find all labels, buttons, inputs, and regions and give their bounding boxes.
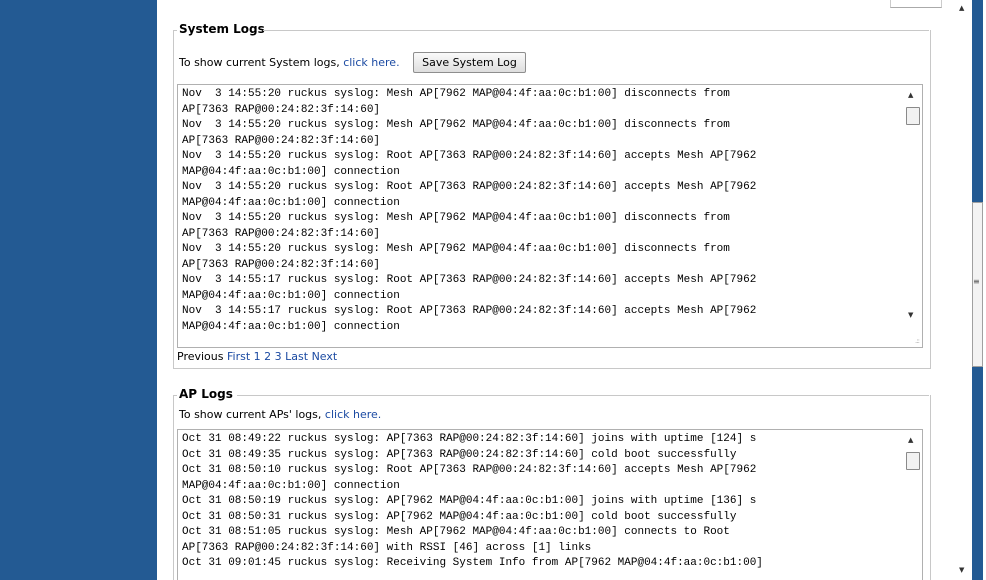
- ap-logs-textarea[interactable]: Oct 31 08:49:22 ruckus syslog: AP[7363 R…: [177, 429, 923, 580]
- scrollbar-grip-icon: ≡: [973, 277, 980, 286]
- scroll-down-arrow-icon[interactable]: ▼: [908, 311, 913, 319]
- ap-logs-click-here-link[interactable]: click here.: [325, 408, 381, 421]
- page-scroll-up-icon[interactable]: ▲: [959, 4, 964, 12]
- ap-log-line: Oct 31 08:50:19 ruckus syslog: AP[7962 M…: [182, 495, 757, 507]
- ap-log-line: Oct 31 08:49:35 ruckus syslog: AP[7363 R…: [182, 448, 737, 461]
- pager-last-link[interactable]: Last: [285, 350, 308, 363]
- system-log-line: Nov 3 14:55:20 ruckus syslog: Root AP[73…: [182, 181, 757, 193]
- ap-log-line: Oct 31 08:50:10 ruckus syslog: Root AP[7…: [182, 464, 757, 476]
- ap-log-line: Oct 31 08:50:31 ruckus syslog: AP[7962 M…: [182, 510, 737, 523]
- ap-log-line: Oct 31 08:49:22 ruckus syslog: AP[7363 R…: [182, 433, 757, 445]
- ap-logs-scrollbar[interactable]: ▲: [904, 430, 922, 580]
- system-log-line: Nov 3 14:55:17 ruckus syslog: Root AP[73…: [182, 305, 757, 317]
- page-scroll-down-icon[interactable]: ▼: [959, 566, 964, 574]
- ap-log-line: AP[7363 RAP@00:24:82:3f:14:60] with RSSI…: [182, 541, 592, 554]
- scroll-up-arrow-icon[interactable]: ▲: [908, 436, 913, 444]
- system-log-line: Nov 3 14:55:20 ruckus syslog: Mesh AP[79…: [182, 212, 730, 224]
- system-log-line: AP[7363 RAP@00:24:82:3f:14:60]: [182, 227, 381, 240]
- ap-logs-lines: Oct 31 08:49:22 ruckus syslog: AP[7363 R…: [182, 432, 900, 572]
- system-logs-lines: Nov 3 14:55:20 ruckus syslog: Mesh AP[79…: [182, 87, 900, 335]
- system-logs-intro: To show current System logs, click here.: [179, 56, 400, 69]
- system-log-line: Nov 3 14:55:20 ruckus syslog: Root AP[73…: [182, 150, 757, 162]
- system-log-line: MAP@04:4f:aa:0c:b1:00] connection: [182, 165, 400, 178]
- ap-log-line: MAP@04:4f:aa:0c:b1:00] connection: [182, 479, 400, 492]
- scroll-thumb[interactable]: [906, 452, 920, 470]
- pager-page-1-link[interactable]: 1: [254, 350, 261, 363]
- system-log-line: AP[7363 RAP@00:24:82:3f:14:60]: [182, 134, 381, 147]
- system-logs-scrollbar[interactable]: ▲ ▼: [904, 85, 922, 347]
- ap-log-line: Oct 31 09:01:45 ruckus syslog: Receiving…: [182, 557, 763, 569]
- system-log-line: MAP@04:4f:aa:0c:b1:00] connection: [182, 320, 400, 333]
- pager-next-link[interactable]: Next: [312, 350, 338, 363]
- pager-page-3-link[interactable]: 3: [275, 350, 282, 363]
- system-logs-intro-text: To show current System logs,: [179, 56, 340, 69]
- left-nav-panel: [0, 0, 157, 580]
- scroll-thumb[interactable]: [906, 107, 920, 125]
- ap-logs-intro-text: To show current APs' logs,: [179, 408, 322, 421]
- resize-grip-icon[interactable]: .::: [915, 337, 920, 345]
- system-log-line: AP[7363 RAP@00:24:82:3f:14:60]: [182, 258, 381, 271]
- system-logs-click-here-link[interactable]: click here.: [343, 56, 399, 69]
- system-logs-pager: Previous First 1 2 3 Last Next: [177, 350, 337, 363]
- system-log-line: Nov 3 14:55:17 ruckus syslog: Root AP[73…: [182, 274, 757, 286]
- page-scrollbar[interactable]: ▲ ≡ ▼: [957, 0, 986, 580]
- pager-page-2-link[interactable]: 2: [264, 350, 271, 363]
- main-content: System Logs To show current System logs,…: [157, 0, 957, 580]
- system-log-line: Nov 3 14:55:20 ruckus syslog: Mesh AP[79…: [182, 88, 730, 100]
- scroll-up-arrow-icon[interactable]: ▲: [908, 91, 913, 99]
- ap-log-line: Oct 31 08:51:05 ruckus syslog: Mesh AP[7…: [182, 526, 730, 538]
- pager-first-link[interactable]: First: [227, 350, 250, 363]
- system-log-line: Nov 3 14:55:20 ruckus syslog: Mesh AP[79…: [182, 119, 730, 131]
- ap-logs-intro: To show current APs' logs, click here.: [179, 408, 381, 421]
- save-system-log-button[interactable]: Save System Log: [413, 52, 526, 73]
- pager-previous: Previous: [177, 350, 224, 363]
- system-log-line: MAP@04:4f:aa:0c:b1:00] connection: [182, 196, 400, 209]
- system-log-line: MAP@04:4f:aa:0c:b1:00] connection: [182, 289, 400, 302]
- system-log-line: Nov 3 14:55:20 ruckus syslog: Mesh AP[79…: [182, 243, 730, 255]
- system-log-line: AP[7363 RAP@00:24:82:3f:14:60]: [182, 103, 381, 116]
- top-control-stub: [890, 0, 942, 8]
- system-logs-textarea[interactable]: Nov 3 14:55:20 ruckus syslog: Mesh AP[79…: [177, 84, 923, 348]
